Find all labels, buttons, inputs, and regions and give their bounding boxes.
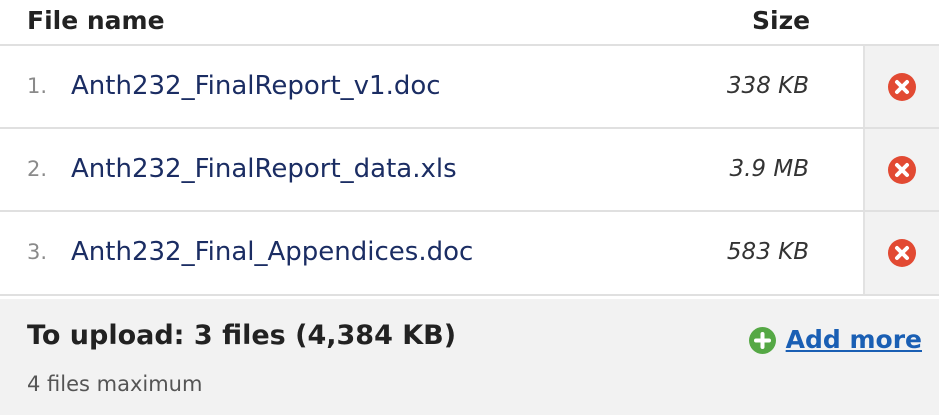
remove-cell bbox=[863, 46, 939, 127]
add-more-button[interactable]: Add more bbox=[748, 323, 922, 357]
file-upload-panel: File name Size 1. Anth232_FinalReport_v1… bbox=[0, 0, 939, 415]
file-name-link[interactable]: Anth232_Final_Appendices.doc bbox=[71, 236, 473, 268]
file-index: 1. bbox=[27, 74, 48, 98]
remove-cell bbox=[863, 129, 939, 210]
file-size: 338 KB bbox=[726, 73, 809, 99]
file-row: 1. Anth232_FinalReport_v1.doc 338 KB bbox=[0, 44, 939, 127]
max-files-note: 4 files maximum bbox=[27, 372, 203, 396]
column-header-file-name: File name bbox=[27, 6, 165, 35]
file-table-header: File name Size bbox=[0, 0, 939, 44]
upload-summary-footer: To upload: 3 files (4,384 KB) 4 files ma… bbox=[0, 299, 939, 415]
file-row: 3. Anth232_Final_Appendices.doc 583 KB bbox=[0, 210, 939, 296]
remove-icon[interactable] bbox=[888, 239, 916, 267]
add-more-link[interactable]: Add more bbox=[786, 325, 922, 355]
upload-summary: To upload: 3 files (4,384 KB) bbox=[27, 320, 457, 351]
remove-icon[interactable] bbox=[888, 73, 916, 101]
plus-circle-icon bbox=[748, 326, 776, 354]
remove-icon[interactable] bbox=[888, 156, 916, 184]
file-index: 2. bbox=[27, 157, 48, 181]
column-header-size: Size bbox=[752, 6, 811, 35]
file-index: 3. bbox=[27, 240, 48, 264]
file-size: 583 KB bbox=[726, 239, 809, 265]
file-name-link[interactable]: Anth232_FinalReport_v1.doc bbox=[71, 70, 441, 102]
file-list: 1. Anth232_FinalReport_v1.doc 338 KB 2. … bbox=[0, 44, 939, 296]
file-size: 3.9 MB bbox=[729, 156, 809, 182]
file-name-link[interactable]: Anth232_FinalReport_data.xls bbox=[71, 153, 457, 185]
remove-cell bbox=[863, 212, 939, 294]
file-row: 2. Anth232_FinalReport_data.xls 3.9 MB bbox=[0, 127, 939, 210]
